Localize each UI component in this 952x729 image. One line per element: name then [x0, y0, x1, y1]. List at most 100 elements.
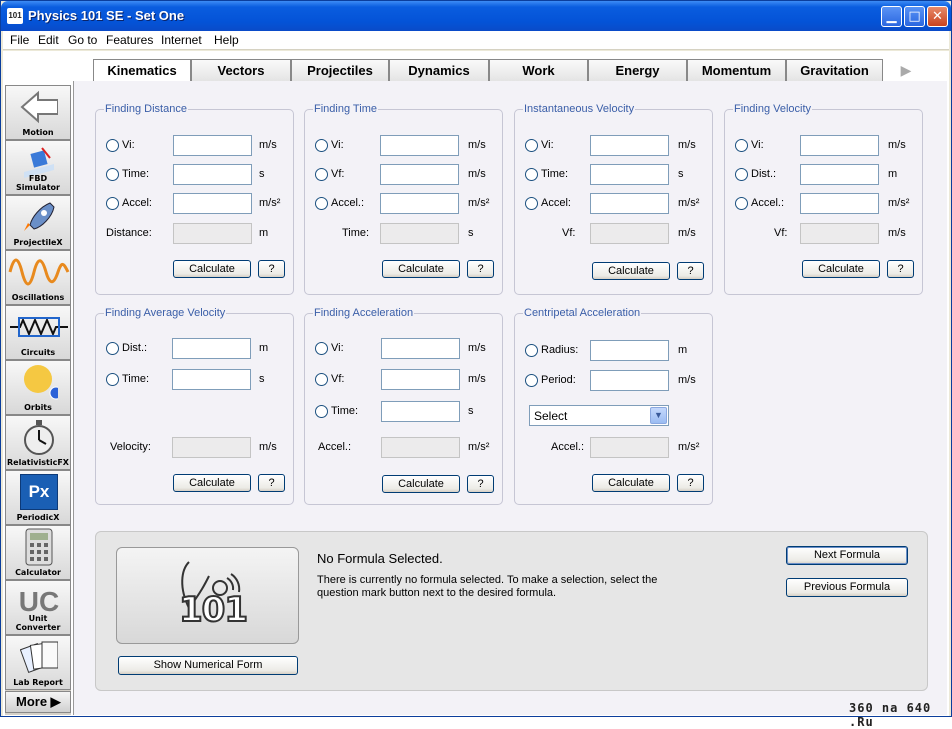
- input-time[interactable]: [590, 164, 669, 185]
- radio-vi[interactable]: [525, 139, 538, 152]
- input-dist[interactable]: [172, 338, 251, 359]
- radio-dist[interactable]: [106, 342, 119, 355]
- input-vf[interactable]: [381, 369, 460, 390]
- sidebar-item-projectilex[interactable]: ProjectileX: [5, 195, 71, 250]
- radio-accel[interactable]: [315, 197, 328, 210]
- tab-projectiles[interactable]: Projectiles: [291, 59, 389, 81]
- input-accel[interactable]: [173, 193, 252, 214]
- input-time[interactable]: [173, 164, 252, 185]
- radio-accel[interactable]: [525, 197, 538, 210]
- sidebar-item-fbd-simulator[interactable]: FBD Simulator: [5, 140, 71, 195]
- previous-formula-button[interactable]: Previous Formula: [786, 578, 908, 597]
- help-button[interactable]: ?: [677, 262, 704, 280]
- unit-vf: m/s: [678, 227, 696, 239]
- help-button[interactable]: ?: [887, 260, 914, 278]
- radio-vf[interactable]: [315, 373, 328, 386]
- maximize-button[interactable]: □: [904, 6, 925, 27]
- radio-time[interactable]: [315, 405, 328, 418]
- input-dist[interactable]: [800, 164, 879, 185]
- tab-gravitation[interactable]: Gravitation: [786, 59, 883, 81]
- sidebar-item-orbits[interactable]: Orbits: [5, 360, 71, 415]
- sidebar-item-calculator[interactable]: Calculator: [5, 525, 71, 580]
- input-vi[interactable]: [381, 338, 460, 359]
- help-button[interactable]: ?: [258, 474, 285, 492]
- radio-period[interactable]: [525, 374, 538, 387]
- tab-energy[interactable]: Energy: [588, 59, 687, 81]
- sidebar-item-lab-report[interactable]: Lab Report: [5, 635, 71, 690]
- next-formula-button[interactable]: Next Formula: [786, 546, 908, 565]
- calculate-button[interactable]: Calculate: [173, 474, 251, 492]
- menu-edit[interactable]: Edit: [38, 33, 59, 47]
- input-time[interactable]: [381, 401, 460, 422]
- chevron-down-icon[interactable]: ▼: [650, 407, 667, 424]
- calculate-button[interactable]: Calculate: [592, 262, 670, 280]
- input-period[interactable]: [590, 370, 669, 391]
- sidebar-item-periodicx[interactable]: Px PeriodicX: [5, 470, 71, 525]
- sidebar-label: Motion: [22, 128, 54, 137]
- radio-dist[interactable]: [735, 168, 748, 181]
- help-button[interactable]: ?: [467, 475, 494, 493]
- panel-title: Finding Acceleration: [313, 307, 415, 319]
- calculate-button[interactable]: Calculate: [382, 260, 460, 278]
- input-accel[interactable]: [380, 193, 459, 214]
- input-accel[interactable]: [800, 193, 879, 214]
- tab-kinematics[interactable]: Kinematics: [93, 59, 191, 81]
- label-vf: Vf:: [331, 168, 345, 180]
- sidebar-item-unit-converter[interactable]: UC Unit Converter: [5, 580, 71, 635]
- input-time[interactable]: [172, 369, 251, 390]
- radio-vf[interactable]: [315, 168, 328, 181]
- tab-momentum[interactable]: Momentum: [687, 59, 786, 81]
- sidebar-item-circuits[interactable]: Circuits: [5, 305, 71, 360]
- label-time: Time:: [122, 168, 150, 180]
- radio-time[interactable]: [106, 168, 119, 181]
- unit-select[interactable]: Select ▼: [529, 405, 669, 426]
- radio-accel[interactable]: [735, 197, 748, 210]
- radio-vi[interactable]: [315, 342, 328, 355]
- sidebar-label: ProjectileX: [13, 238, 63, 247]
- close-button[interactable]: ✕: [927, 6, 948, 27]
- radio-vi[interactable]: [315, 139, 328, 152]
- tab-scroll-right-icon[interactable]: ▶: [886, 62, 926, 79]
- more-tools-button[interactable]: More ▶: [5, 691, 71, 713]
- input-vi[interactable]: [173, 135, 252, 156]
- input-radius[interactable]: [590, 340, 669, 361]
- minimize-button[interactable]: ▁: [881, 6, 902, 27]
- radio-vi[interactable]: [106, 139, 119, 152]
- formula-description: There is currently no formula selected. …: [317, 574, 658, 599]
- input-vf[interactable]: [380, 164, 459, 185]
- periodic-table-icon: Px: [20, 474, 58, 510]
- sidebar-item-relativisticfx[interactable]: RelativisticFX: [5, 415, 71, 470]
- title-bar[interactable]: 101 Physics 101 SE - Set One ▁ □ ✕: [1, 1, 951, 31]
- input-accel[interactable]: [590, 193, 669, 214]
- radio-accel[interactable]: [106, 197, 119, 210]
- menu-goto[interactable]: Go to: [68, 33, 97, 47]
- input-vi[interactable]: [800, 135, 879, 156]
- sidebar-label: PeriodicX: [16, 513, 60, 522]
- help-button[interactable]: ?: [677, 474, 704, 492]
- calculate-button[interactable]: Calculate: [382, 475, 460, 493]
- tab-work[interactable]: Work: [489, 59, 588, 81]
- tab-dynamics[interactable]: Dynamics: [389, 59, 489, 81]
- help-button[interactable]: ?: [467, 260, 494, 278]
- menu-features[interactable]: Features: [106, 33, 153, 47]
- radio-time[interactable]: [525, 168, 538, 181]
- menu-file[interactable]: File: [10, 33, 29, 47]
- rocket-icon: [20, 199, 58, 235]
- menu-internet[interactable]: Internet: [161, 33, 202, 47]
- radio-time[interactable]: [106, 373, 119, 386]
- help-button[interactable]: ?: [258, 260, 285, 278]
- show-numerical-form-button[interactable]: Show Numerical Form: [118, 656, 298, 675]
- sidebar-label: Lab Report: [13, 678, 63, 687]
- radio-vi[interactable]: [735, 139, 748, 152]
- input-vi[interactable]: [380, 135, 459, 156]
- calculate-button[interactable]: Calculate: [173, 260, 251, 278]
- calculate-button[interactable]: Calculate: [592, 474, 670, 492]
- app-icon: 101: [7, 8, 23, 24]
- calculate-button[interactable]: Calculate: [802, 260, 880, 278]
- sidebar-item-motion[interactable]: Motion: [5, 85, 71, 140]
- input-vi[interactable]: [590, 135, 669, 156]
- menu-help[interactable]: Help: [214, 33, 239, 47]
- radio-radius[interactable]: [525, 344, 538, 357]
- tab-vectors[interactable]: Vectors: [191, 59, 291, 81]
- sidebar-item-oscillations[interactable]: Oscillations: [5, 250, 71, 305]
